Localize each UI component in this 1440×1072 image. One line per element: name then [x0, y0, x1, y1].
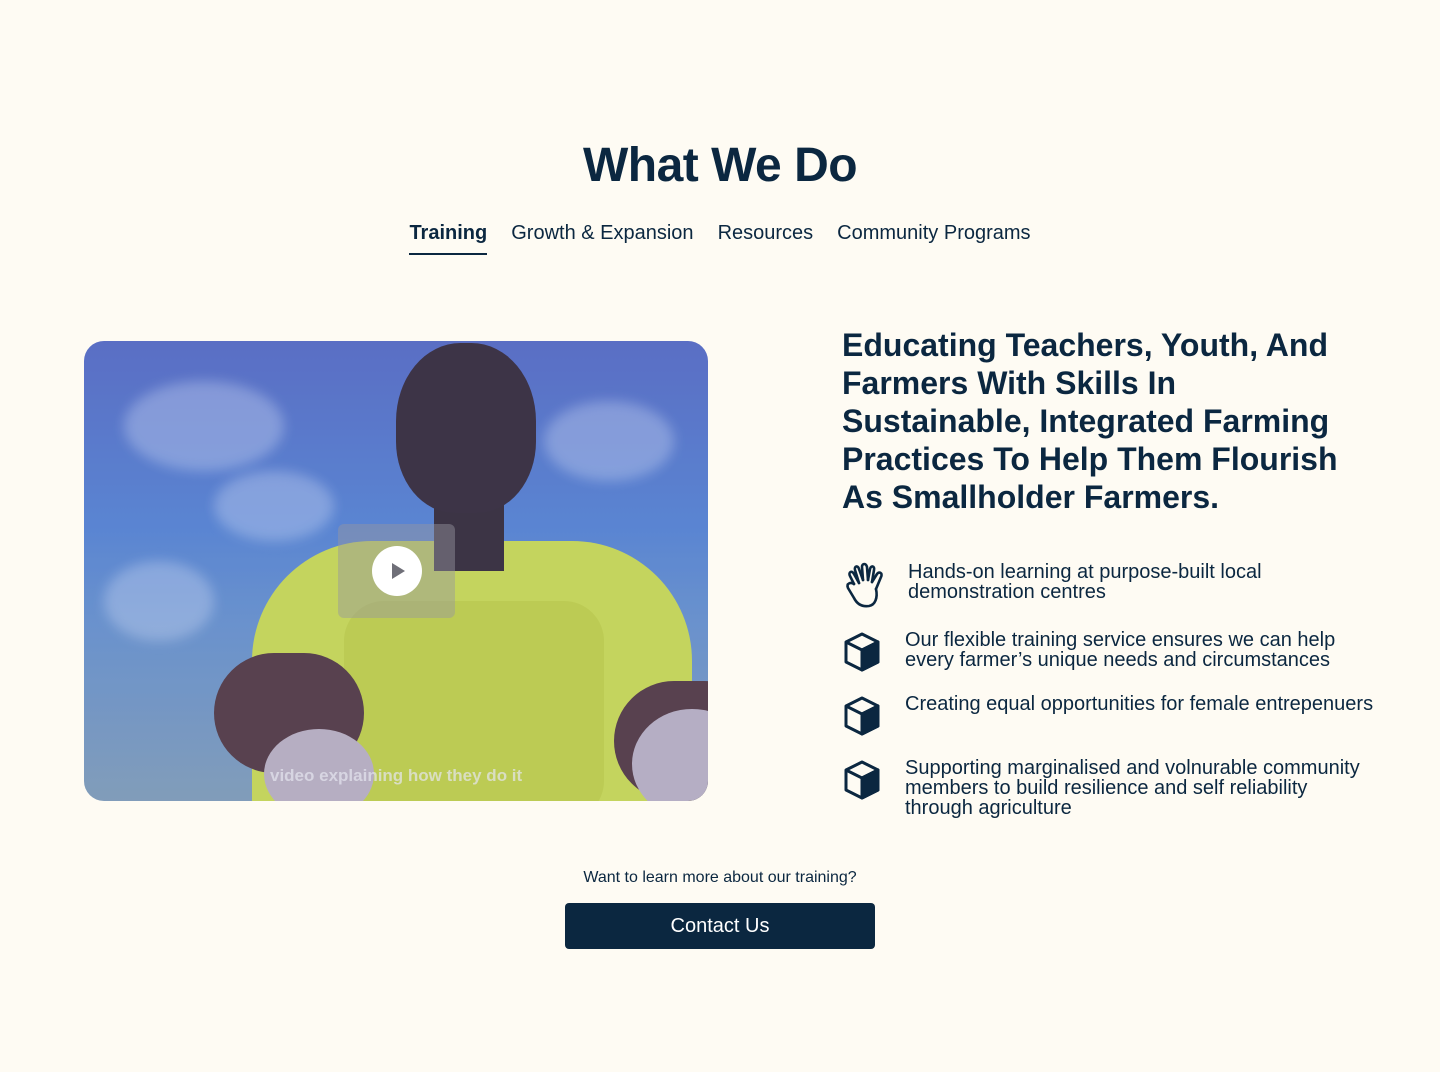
hand-icon — [842, 562, 886, 610]
feature-text: Supporting marginalised and volnurable c… — [905, 757, 1360, 819]
video-caption: video explaining how they do it — [270, 766, 523, 785]
tab-growth-expansion[interactable]: Growth & Expansion — [511, 222, 693, 255]
tab-training[interactable]: Training — [409, 222, 488, 255]
feature-text: Creating equal opportunities for female … — [905, 693, 1374, 715]
feature-text: Our flexible training service ensures we… — [905, 629, 1336, 671]
cta-prompt: Want to learn more about our training? — [583, 869, 857, 886]
play-button[interactable] — [338, 524, 455, 618]
feature-item: Hands-on learning at purpose-built local… — [842, 562, 1378, 610]
feature-item: Creating equal opportunities for female … — [842, 694, 1375, 742]
tab-bar: Training Growth & Expansion Resources Co… — [0, 222, 1440, 255]
tab-resources[interactable]: Resources — [718, 222, 814, 255]
tab-community-programs[interactable]: Community Programs — [837, 222, 1030, 255]
video-player[interactable]: video explaining how they do it — [84, 341, 708, 801]
feature-item: Supporting marginalised and volnurable c… — [842, 758, 1375, 818]
feature-text: Hands-on learning at purpose-built local… — [908, 561, 1262, 603]
cube-icon — [842, 694, 886, 742]
what-we-do-section: What We Do Training Growth & Expansion R… — [0, 0, 1440, 1072]
content-heading: Educating Teachers, Youth, And Farmers W… — [842, 327, 1338, 515]
play-icon — [371, 546, 422, 596]
cube-icon — [842, 630, 886, 678]
contact-us-button[interactable]: Contact Us — [565, 903, 875, 949]
cube-icon — [842, 758, 886, 806]
section-title: What We Do — [582, 139, 858, 192]
feature-item: Our flexible training service ensures we… — [842, 630, 1375, 678]
